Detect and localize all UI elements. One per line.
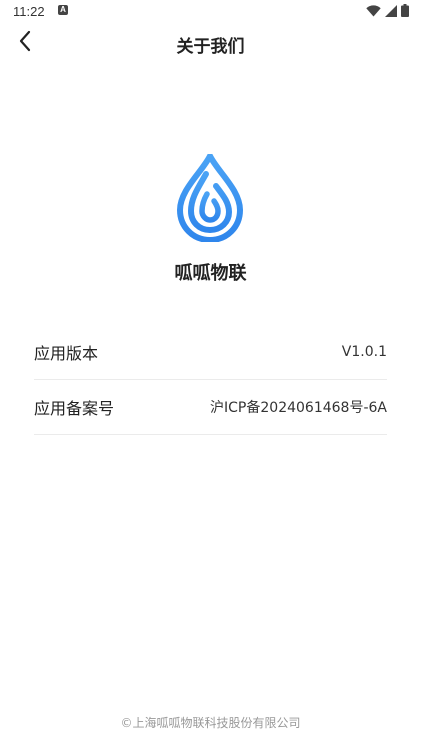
notification-a-icon: A: [58, 5, 68, 15]
status-bar: 11:22 A: [0, 0, 421, 24]
info-list: 应用版本 V1.0.1 应用备案号 沪ICP备2024061468号-6A: [34, 325, 387, 435]
app-name: 呱呱物联: [174, 263, 247, 284]
version-value: V1.0.1: [341, 344, 387, 360]
battery-icon: [401, 4, 409, 17]
signal-icon: [385, 4, 397, 17]
icp-row: 应用备案号 沪ICP备2024061468号-6A: [34, 380, 387, 435]
status-time: 11:22: [13, 4, 45, 19]
wifi-icon: [366, 4, 381, 17]
icp-value: 沪ICP备2024061468号-6A: [210, 400, 387, 416]
nav-bar: 关于我们: [0, 24, 421, 64]
icp-label: 应用备案号: [34, 399, 115, 418]
page-title: 关于我们: [176, 37, 245, 57]
version-row: 应用版本 V1.0.1: [34, 325, 387, 380]
water-drop-logo: [176, 149, 244, 244]
version-label: 应用版本: [34, 344, 99, 363]
copyright-footer: ©上海呱呱物联科技股份有限公司: [120, 716, 301, 730]
status-icons: [366, 4, 409, 17]
